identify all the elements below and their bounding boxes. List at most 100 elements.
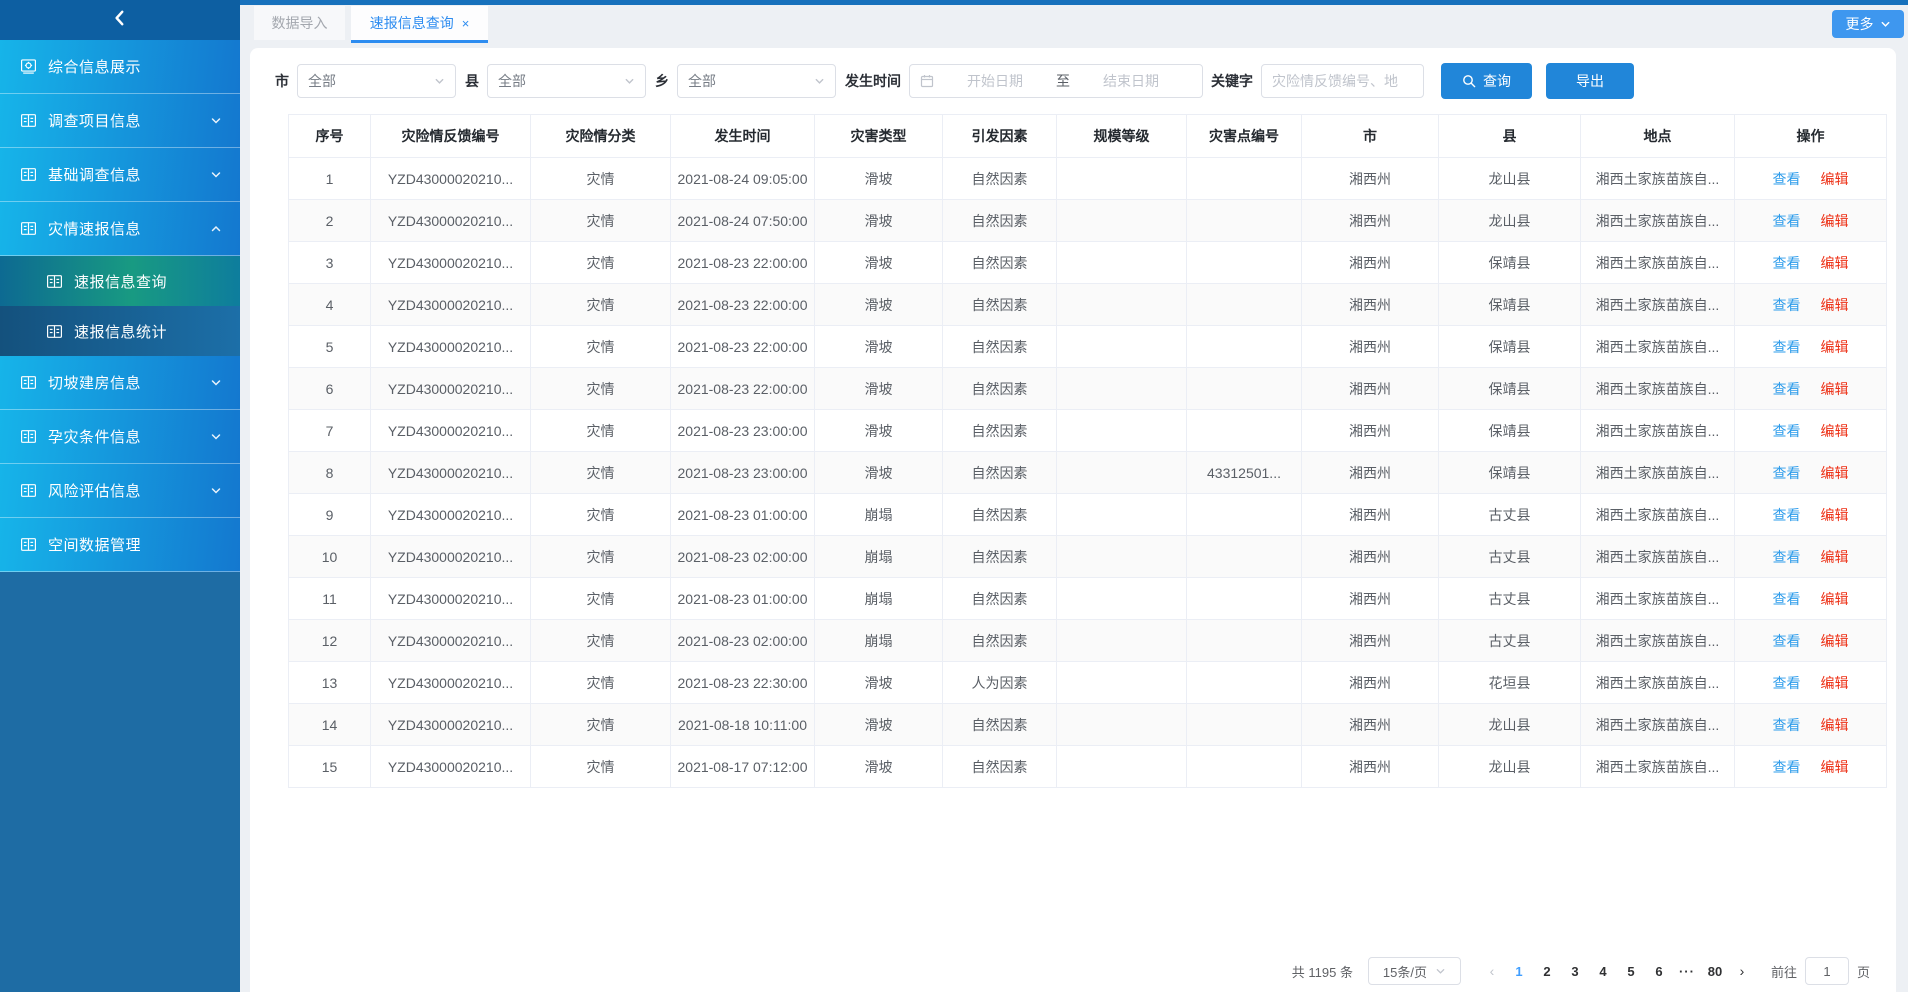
view-link[interactable]: 查看: [1773, 381, 1801, 397]
sidebar-item-survey-project-info[interactable]: 调查项目信息: [0, 94, 240, 148]
table-cell: 滑坡: [815, 284, 943, 326]
table-cell: 保靖县: [1439, 410, 1581, 452]
table-cell: 自然因素: [943, 494, 1057, 536]
view-link[interactable]: 查看: [1773, 549, 1801, 565]
edit-link[interactable]: 编辑: [1821, 213, 1849, 229]
start-date-placeholder: 开始日期: [934, 71, 1056, 91]
sidebar-item-basic-survey-info[interactable]: 基础调查信息: [0, 148, 240, 202]
next-page-button[interactable]: ›: [1729, 963, 1755, 979]
view-link[interactable]: 查看: [1773, 759, 1801, 775]
view-link[interactable]: 查看: [1773, 507, 1801, 523]
sidebar-item-disaster-report-info[interactable]: 灾情速报信息: [0, 202, 240, 256]
view-link[interactable]: 查看: [1773, 171, 1801, 187]
view-link[interactable]: 查看: [1773, 717, 1801, 733]
table-cell: 滑坡: [815, 410, 943, 452]
sidebar-subitem-report-info-stats[interactable]: 速报信息统计: [0, 306, 240, 356]
table-cell: YZD43000020210...: [371, 410, 531, 452]
table-cell: 灾情: [531, 704, 671, 746]
tab-data-import[interactable]: 数据导入: [254, 6, 345, 40]
column-header: 地点: [1581, 115, 1735, 158]
view-link[interactable]: 查看: [1773, 423, 1801, 439]
page-number-6[interactable]: 6: [1645, 964, 1673, 979]
chevron-down-icon: [210, 169, 222, 181]
edit-link[interactable]: 编辑: [1821, 171, 1849, 187]
sidebar-collapse-button[interactable]: [0, 0, 240, 40]
table-cell: 湘西土家族苗族自...: [1581, 158, 1735, 200]
view-link[interactable]: 查看: [1773, 465, 1801, 481]
city-select[interactable]: 全部: [297, 64, 456, 98]
table-cell: 湘西土家族苗族自...: [1581, 704, 1735, 746]
table-cell: 43312501...: [1187, 452, 1302, 494]
column-header: 灾险情反馈编号: [371, 115, 531, 158]
table-cell: 滑坡: [815, 704, 943, 746]
goto-page-input[interactable]: [1805, 957, 1849, 985]
table-cell: 湘西土家族苗族自...: [1581, 410, 1735, 452]
table-cell: 古丈县: [1439, 620, 1581, 662]
sidebar-item-slope-housing-info[interactable]: 切坡建房信息: [0, 356, 240, 410]
table-cell: 湘西州: [1302, 368, 1439, 410]
sidebar-item-risk-assessment-info[interactable]: 风险评估信息: [0, 464, 240, 518]
edit-link[interactable]: 编辑: [1821, 465, 1849, 481]
edit-link[interactable]: 编辑: [1821, 591, 1849, 607]
table-cell: 自然因素: [943, 242, 1057, 284]
table-cell: 自然因素: [943, 326, 1057, 368]
table-cell: 灾情: [531, 158, 671, 200]
table-cell: 湘西土家族苗族自...: [1581, 578, 1735, 620]
sidebar-item-overview-display[interactable]: 综合信息展示: [0, 40, 240, 94]
edit-link[interactable]: 编辑: [1821, 381, 1849, 397]
close-icon[interactable]: ×: [462, 16, 470, 31]
book-icon: [20, 166, 37, 183]
table-cell: 2021-08-23 01:00:00: [671, 578, 815, 620]
edit-link[interactable]: 编辑: [1821, 255, 1849, 271]
sidebar-item-label: 综合信息展示: [48, 56, 222, 77]
sidebar-item-label: 切坡建房信息: [48, 372, 210, 393]
town-select[interactable]: 全部: [677, 64, 836, 98]
edit-link[interactable]: 编辑: [1821, 717, 1849, 733]
table-cell: YZD43000020210...: [371, 746, 531, 788]
page-number-1[interactable]: 1: [1505, 964, 1533, 979]
edit-link[interactable]: 编辑: [1821, 297, 1849, 313]
view-link[interactable]: 查看: [1773, 213, 1801, 229]
more-button[interactable]: 更多: [1832, 10, 1904, 38]
date-range-input[interactable]: 开始日期 至 结束日期: [909, 64, 1203, 98]
table-cell: 滑坡: [815, 368, 943, 410]
view-link[interactable]: 查看: [1773, 339, 1801, 355]
query-button[interactable]: 查询: [1441, 63, 1532, 99]
edit-link[interactable]: 编辑: [1821, 759, 1849, 775]
view-link[interactable]: 查看: [1773, 255, 1801, 271]
page-number-3[interactable]: 3: [1561, 964, 1589, 979]
view-link[interactable]: 查看: [1773, 633, 1801, 649]
keyword-input[interactable]: [1261, 64, 1424, 98]
edit-link[interactable]: 编辑: [1821, 633, 1849, 649]
pager-ellipsis[interactable]: ···: [1673, 964, 1701, 979]
sidebar-item-hazard-condition-info[interactable]: 孕灾条件信息: [0, 410, 240, 464]
edit-link[interactable]: 编辑: [1821, 423, 1849, 439]
view-link[interactable]: 查看: [1773, 591, 1801, 607]
page-number-2[interactable]: 2: [1533, 964, 1561, 979]
export-button[interactable]: 导出: [1546, 63, 1634, 99]
table-cell: 湘西土家族苗族自...: [1581, 494, 1735, 536]
table-cell: [1057, 494, 1187, 536]
table-cell: 滑坡: [815, 746, 943, 788]
edit-link[interactable]: 编辑: [1821, 549, 1849, 565]
page-number-4[interactable]: 4: [1589, 964, 1617, 979]
edit-link[interactable]: 编辑: [1821, 675, 1849, 691]
filter-bar: 市 全部 县 全部 乡 全部 发生时间 开始日期 至 结束: [250, 48, 1896, 114]
page-number-80[interactable]: 80: [1701, 964, 1729, 979]
search-icon: [1462, 74, 1476, 88]
view-link[interactable]: 查看: [1773, 675, 1801, 691]
tab-report-info-query[interactable]: 速报信息查询 ×: [351, 6, 488, 43]
edit-link[interactable]: 编辑: [1821, 339, 1849, 355]
county-select[interactable]: 全部: [487, 64, 646, 98]
table-cell: 自然因素: [943, 368, 1057, 410]
sidebar-item-spatial-data-management[interactable]: 空间数据管理: [0, 518, 240, 572]
sidebar-subitem-report-info-query[interactable]: 速报信息查询: [0, 256, 240, 306]
table-cell: 2021-08-23 22:00:00: [671, 326, 815, 368]
edit-link[interactable]: 编辑: [1821, 507, 1849, 523]
page-number-5[interactable]: 5: [1617, 964, 1645, 979]
table-row: 5YZD43000020210...灾情2021-08-23 22:00:00滑…: [289, 326, 1887, 368]
table-cell: 2021-08-23 22:00:00: [671, 284, 815, 326]
prev-page-button[interactable]: ‹: [1479, 963, 1505, 979]
view-link[interactable]: 查看: [1773, 297, 1801, 313]
page-size-select[interactable]: 15条/页: [1368, 957, 1461, 985]
